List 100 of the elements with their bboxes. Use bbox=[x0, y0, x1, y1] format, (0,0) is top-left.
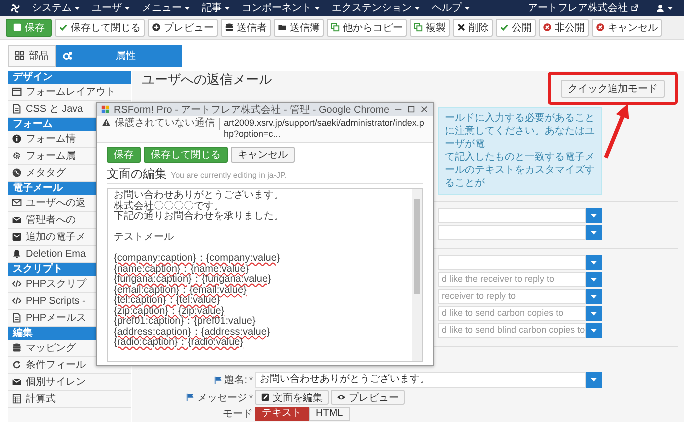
close-icon[interactable] bbox=[420, 105, 429, 114]
field-label: モード bbox=[223, 408, 253, 421]
language-note: You are currently editing in ja-JP. bbox=[171, 171, 288, 180]
settings-icon bbox=[12, 151, 22, 161]
select-field[interactable] bbox=[438, 225, 586, 240]
text-area[interactable] bbox=[107, 188, 423, 362]
toolbar-button[interactable]: 他からコピー bbox=[327, 18, 407, 36]
menu-item[interactable]: メニュー bbox=[142, 1, 191, 15]
code-icon bbox=[12, 296, 22, 306]
sidebar-item[interactable]: 条件フィール bbox=[26, 358, 86, 372]
preview-button[interactable]: プレビュー bbox=[331, 390, 405, 405]
scrollbar[interactable] bbox=[412, 189, 422, 361]
dropdown-button[interactable] bbox=[586, 208, 602, 223]
sidebar-item[interactable]: PHP Scripts - bbox=[26, 296, 86, 306]
sidebar-item[interactable]: 計算式 bbox=[26, 392, 56, 406]
text-line: テストメール bbox=[114, 233, 175, 244]
caret-icon bbox=[74, 4, 81, 12]
database-icon bbox=[225, 23, 234, 32]
toolbar-button[interactable]: 保存して閉じる bbox=[55, 18, 145, 36]
menu-item[interactable]: ヘルプ bbox=[432, 1, 471, 15]
dropdown-button[interactable] bbox=[586, 272, 602, 287]
sidebar-item[interactable]: フォーム属 bbox=[26, 149, 76, 163]
field-label: メッセージ bbox=[197, 392, 248, 404]
mode-toggle[interactable]: HTML bbox=[309, 407, 350, 421]
select-field[interactable] bbox=[438, 255, 586, 270]
sidebar-item[interactable]: CSS と Java bbox=[26, 102, 84, 116]
file-icon bbox=[12, 313, 22, 323]
caret-icon bbox=[590, 258, 598, 266]
globe-icon bbox=[12, 168, 22, 178]
dropdown-button[interactable] bbox=[586, 323, 602, 338]
envelope-icon bbox=[12, 198, 22, 208]
text-line: {email:caption}：{email:value} bbox=[114, 286, 248, 296]
sidebar-item[interactable]: Deletion Ema bbox=[26, 248, 86, 260]
external-link-icon bbox=[631, 4, 639, 12]
mode-toggle[interactable]: テキスト bbox=[255, 407, 309, 421]
toolbar-button[interactable]: 送信者 bbox=[221, 18, 271, 36]
cancel-button[interactable]: キャンセル bbox=[231, 147, 295, 163]
menu-item[interactable]: コンポーネント bbox=[242, 1, 321, 15]
tab[interactable]: 部品 bbox=[8, 45, 56, 67]
sidebar-item[interactable]: 個別サイレン bbox=[26, 375, 86, 389]
sidebar-item[interactable]: 管理者への bbox=[26, 213, 76, 227]
gears-icon bbox=[63, 51, 73, 61]
file-icon bbox=[12, 104, 22, 114]
envelope-icon bbox=[12, 232, 22, 242]
required-mark: * bbox=[249, 375, 253, 385]
calculator-icon bbox=[12, 394, 22, 404]
app-icon bbox=[101, 105, 110, 114]
dropdown-button[interactable] bbox=[586, 306, 602, 321]
text-line: {tel:caption}：{tel:value} bbox=[114, 296, 220, 306]
quick-add-button[interactable]: クイック追加モード bbox=[561, 80, 666, 98]
plus-icon bbox=[152, 23, 161, 32]
text-line: {pref01:caption}：{pref01:value} bbox=[114, 317, 257, 328]
page-title: ユーザへの返信メール bbox=[142, 71, 272, 89]
dropdown-button[interactable] bbox=[586, 255, 602, 270]
user-icon bbox=[656, 4, 665, 12]
caret-icon bbox=[184, 4, 191, 12]
toolbar-button[interactable]: 削除 bbox=[453, 18, 493, 36]
toolbar-button[interactable]: 複製 bbox=[410, 18, 450, 36]
refresh-icon bbox=[12, 360, 22, 370]
sidebar-item[interactable]: メタタグ bbox=[26, 166, 66, 180]
caret-icon bbox=[590, 212, 598, 220]
caret-icon bbox=[314, 4, 321, 12]
check-icon bbox=[500, 23, 509, 32]
check-icon bbox=[59, 23, 68, 32]
toolbar-button[interactable]: 非公開 bbox=[539, 18, 589, 36]
menu-item[interactable]: ユーザ bbox=[92, 1, 131, 15]
toolbar-button[interactable]: プレビュー bbox=[148, 18, 218, 36]
envelope-icon bbox=[12, 377, 22, 387]
dropdown-button[interactable] bbox=[586, 289, 602, 304]
user-menu[interactable] bbox=[656, 4, 674, 12]
sidebar-item[interactable]: PHPメールス bbox=[26, 311, 87, 325]
sidebar-item[interactable]: フォーム情 bbox=[26, 132, 76, 146]
select-field[interactable] bbox=[438, 208, 586, 223]
edit-button[interactable]: 文面を編集 bbox=[255, 390, 329, 405]
logo-icon bbox=[10, 2, 21, 14]
sidebar-item[interactable]: 追加の電子メ bbox=[26, 230, 86, 244]
sidebar-item[interactable]: PHPスクリプ bbox=[26, 277, 87, 291]
dropdown-button[interactable] bbox=[586, 372, 602, 388]
caret-icon bbox=[590, 276, 598, 284]
menu-item[interactable]: システム bbox=[32, 1, 81, 15]
sidebar-item[interactable]: ユーザへの返 bbox=[26, 196, 86, 210]
sidebar-item[interactable]: マッピング bbox=[26, 341, 76, 355]
info-icon bbox=[12, 134, 22, 144]
caret-icon bbox=[124, 4, 131, 12]
menu-item[interactable]: 記事 bbox=[202, 1, 231, 15]
eye-icon bbox=[337, 393, 346, 402]
text-line: 下記の通りお問合わせを承りました。 bbox=[114, 212, 285, 222]
sidebar-item[interactable]: フォームレイアウト bbox=[26, 85, 116, 99]
grid-icon bbox=[15, 51, 25, 61]
subject-field[interactable]: お問い合わせありがとうございます。 bbox=[255, 372, 586, 388]
toolbar-button[interactable]: 公開 bbox=[496, 18, 536, 36]
toolbar-button[interactable]: 送信簿 bbox=[274, 18, 324, 36]
site-link[interactable]: アートフレア株式会社 bbox=[528, 1, 628, 15]
toolbar-button[interactable]: キャンセル bbox=[592, 18, 662, 36]
caret-icon bbox=[590, 310, 598, 318]
maximize-icon[interactable] bbox=[407, 105, 416, 114]
caret-icon bbox=[590, 376, 598, 384]
caret-icon bbox=[667, 4, 674, 12]
menu-item[interactable]: エクステンション bbox=[332, 1, 421, 15]
dropdown-button[interactable] bbox=[586, 225, 602, 240]
